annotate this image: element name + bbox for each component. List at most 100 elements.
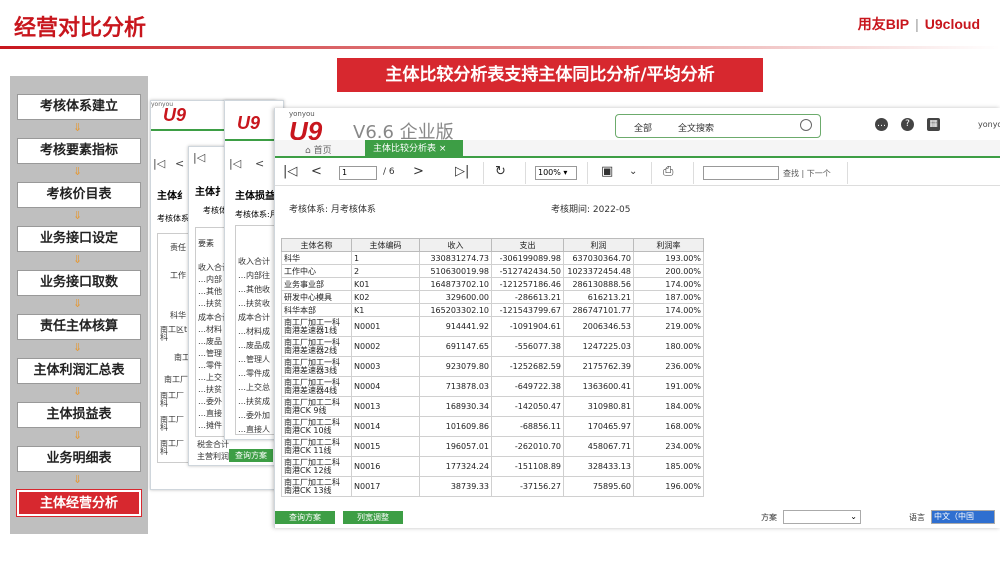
grid-cell: 税金合计 (197, 440, 229, 449)
prev-page-icon[interactable]: < (255, 157, 264, 170)
chevron-down-icon[interactable]: ⌄ (629, 166, 637, 177)
col-header-expense[interactable]: 支出 (491, 238, 564, 252)
cell-profit: 2175762.39 (563, 356, 634, 377)
cell-income: 914441.92 (419, 316, 492, 337)
chevron-down-icon: ⌄ (850, 512, 857, 521)
cell-expense: -262010.70 (491, 436, 564, 457)
slide-title: 经营对比分析 (14, 16, 147, 41)
cell-code: K01 (351, 277, 420, 291)
table-row[interactable]: 科华 1 330831274.73 -306199089.98 637030364.70… (281, 251, 704, 265)
grid-cell: …管理 (198, 349, 222, 358)
grid-cell: 科华 (170, 311, 186, 320)
cell-margin: 180.00% (633, 336, 704, 357)
down-arrow-icon: ⇓ (73, 385, 83, 398)
main-report-window: yonyou U9 V6.6 企业版 全部 全文搜索 … ? ▦ yonyo ⌂… (274, 108, 1000, 528)
grid-cell: …内部 (198, 275, 222, 284)
refresh-icon[interactable]: ↻ (495, 164, 506, 179)
col-header-margin[interactable]: 利润率 (633, 238, 704, 252)
cell-profit: 286747101.77 (563, 303, 634, 317)
grid-cell: …摊件 (198, 421, 222, 430)
grid-cell: 成本合计 (238, 313, 270, 322)
save-icon[interactable]: ▣ (601, 164, 613, 179)
find-input[interactable] (703, 166, 779, 180)
table-row[interactable]: 南工厂加工一科 南港差速器1线 N0001 914441.92 -1091904.61… (281, 316, 704, 337)
table-row[interactable]: 南工厂加工二科 南港CK 9线 N0013 168930.34 -142050.47 3… (281, 396, 704, 417)
help-icon[interactable]: ? (901, 118, 914, 131)
search-scope-select[interactable]: 全部 (634, 121, 652, 134)
table-row[interactable]: 南工厂加工二科 南港CK 10线 N0014 101609.86 -68856.11 1… (281, 416, 704, 437)
cell-code: N0001 (351, 316, 420, 337)
prev-page-icon[interactable]: < (175, 157, 184, 170)
cell-code: N0014 (351, 416, 420, 437)
table-row[interactable]: 南工厂加工二科 南港CK 11线 N0015 196057.01 -262010.70… (281, 436, 704, 457)
col-header-name[interactable]: 主体名称 (281, 238, 352, 252)
print-icon[interactable]: ⎙ (663, 164, 673, 179)
col-header-code[interactable]: 主体编码 (351, 238, 420, 252)
grid-cell: …扶贫 (198, 385, 222, 394)
page-number-input[interactable]: 1 (339, 166, 377, 180)
first-page-icon[interactable]: |◁ (153, 157, 165, 170)
find-next-button[interactable]: 下一个 (807, 169, 831, 178)
report-toolbar: |◁ < 1 / 6 > ▷| ↻ 100% ▾ ▣ ⌄ ⎙ 查找 | 下一个 (275, 160, 1000, 186)
cell-profit: 637030364.70 (563, 251, 634, 265)
step-profit-summary: 主体利润汇总表 (17, 358, 141, 384)
next-page-icon[interactable]: > (413, 164, 424, 179)
zoom-select[interactable]: 100% ▾ (535, 166, 577, 180)
message-icon[interactable]: … (875, 118, 888, 131)
table-row[interactable]: 工作中心 2 510630019.98 -512742434.50 1023372454… (281, 264, 704, 278)
step-interface-fetch: 业务接口取数 (17, 270, 141, 296)
query-scheme-button[interactable]: 查询方案 (229, 449, 273, 462)
search-icon[interactable] (800, 119, 812, 131)
table-row[interactable]: 南工厂加工二科 南港CK 12线 N0016 177324.24 -151108.89… (281, 456, 704, 477)
down-arrow-icon: ⇓ (73, 165, 83, 178)
table-row[interactable]: 南工厂加工一科 南港差速器2线 N0002 691147.65 -556077.38 1… (281, 336, 704, 357)
title-underline (0, 46, 1000, 49)
global-search-input[interactable]: 全部 全文搜索 (615, 114, 821, 138)
cell-income: 164873702.10 (419, 277, 492, 291)
grid-cell: …上交总 (238, 383, 270, 392)
cell-code: 2 (351, 264, 420, 278)
find-button[interactable]: 查找 (783, 169, 799, 178)
cell-profit: 1023372454.48 (563, 264, 634, 278)
tab-entity-comparison[interactable]: 主体比较分析表 × (365, 140, 463, 158)
table-row[interactable]: 南工厂加工二科 南港CK 13线 N0017 38739.33 -37156.27 75… (281, 476, 704, 497)
grid-cell: …材料 (198, 325, 222, 334)
grid-cell: …零件成 (238, 369, 270, 378)
find-controls: 查找 | 下一个 (783, 168, 831, 179)
first-page-icon[interactable]: |◁ (229, 157, 241, 170)
grid-cell: …委外加 (238, 411, 270, 420)
close-icon[interactable]: × (439, 144, 447, 154)
toolbar-divider (525, 162, 526, 184)
first-page-icon[interactable]: |◁ (283, 164, 297, 179)
calendar-icon[interactable]: ▦ (927, 118, 940, 131)
toolbar-divider (587, 162, 588, 184)
cell-margin: 234.00% (633, 436, 704, 457)
step-entity-analysis: 主体经营分析 (16, 489, 142, 517)
query-scheme-button[interactable]: 查询方案 (275, 511, 335, 524)
last-page-icon[interactable]: ▷| (455, 164, 469, 179)
scheme-select[interactable]: ⌄ (783, 510, 861, 524)
cell-profit: 310980.81 (563, 396, 634, 417)
cell-margin: 174.00% (633, 277, 704, 291)
table-row[interactable]: 南工厂加工一科 南港差速器4线 N0004 713878.03 -649722.38 1… (281, 376, 704, 397)
column-width-button[interactable]: 列宽调整 (343, 511, 403, 524)
user-name[interactable]: yonyo (978, 120, 1000, 129)
col-header-income[interactable]: 收入 (419, 238, 492, 252)
u9-logo: U9 (237, 113, 261, 133)
table-row[interactable]: 科华本部 K1 165203302.10 -121543799.67 286747101… (281, 303, 704, 317)
table-row[interactable]: 南工厂加工一科 南港差速器3线 N0003 923079.80 -1252682.59… (281, 356, 704, 377)
language-select[interactable]: 中文（中国 (931, 510, 995, 524)
cell-name: 研发中心模具 (281, 290, 352, 304)
tab-home[interactable]: ⌂ 首页 (305, 143, 332, 156)
cell-margin: 184.00% (633, 396, 704, 417)
grid-cell: …委外 (198, 397, 222, 406)
system-label: 考核体系 (157, 214, 189, 223)
cell-expense: -37156.27 (491, 476, 564, 497)
col-header-profit[interactable]: 利润 (563, 238, 634, 252)
first-page-icon[interactable]: |◁ (193, 151, 205, 164)
window-title: 主体扌 (195, 187, 225, 198)
cell-income: 329600.00 (419, 290, 492, 304)
prev-page-icon[interactable]: < (311, 164, 322, 179)
table-row[interactable]: 研发中心模具 K02 329600.00 -286613.21 616213.21 187… (281, 290, 704, 304)
table-row[interactable]: 业务事业部 K01 164873702.10 -121257186.46 2861308… (281, 277, 704, 291)
